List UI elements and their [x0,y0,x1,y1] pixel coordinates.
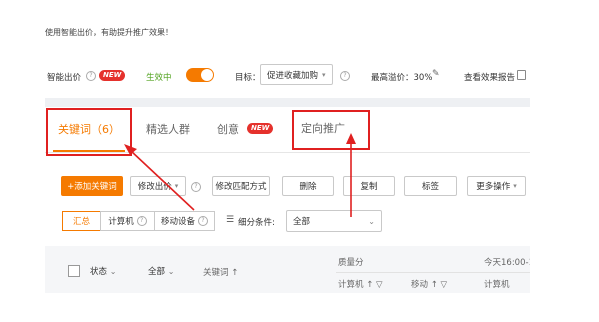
arrow-to-keywords-head [124,144,137,155]
arrow-to-targeted-head [346,133,356,144]
annotation-arrows [124,133,356,217]
arrow-to-keywords-line [130,150,195,211]
